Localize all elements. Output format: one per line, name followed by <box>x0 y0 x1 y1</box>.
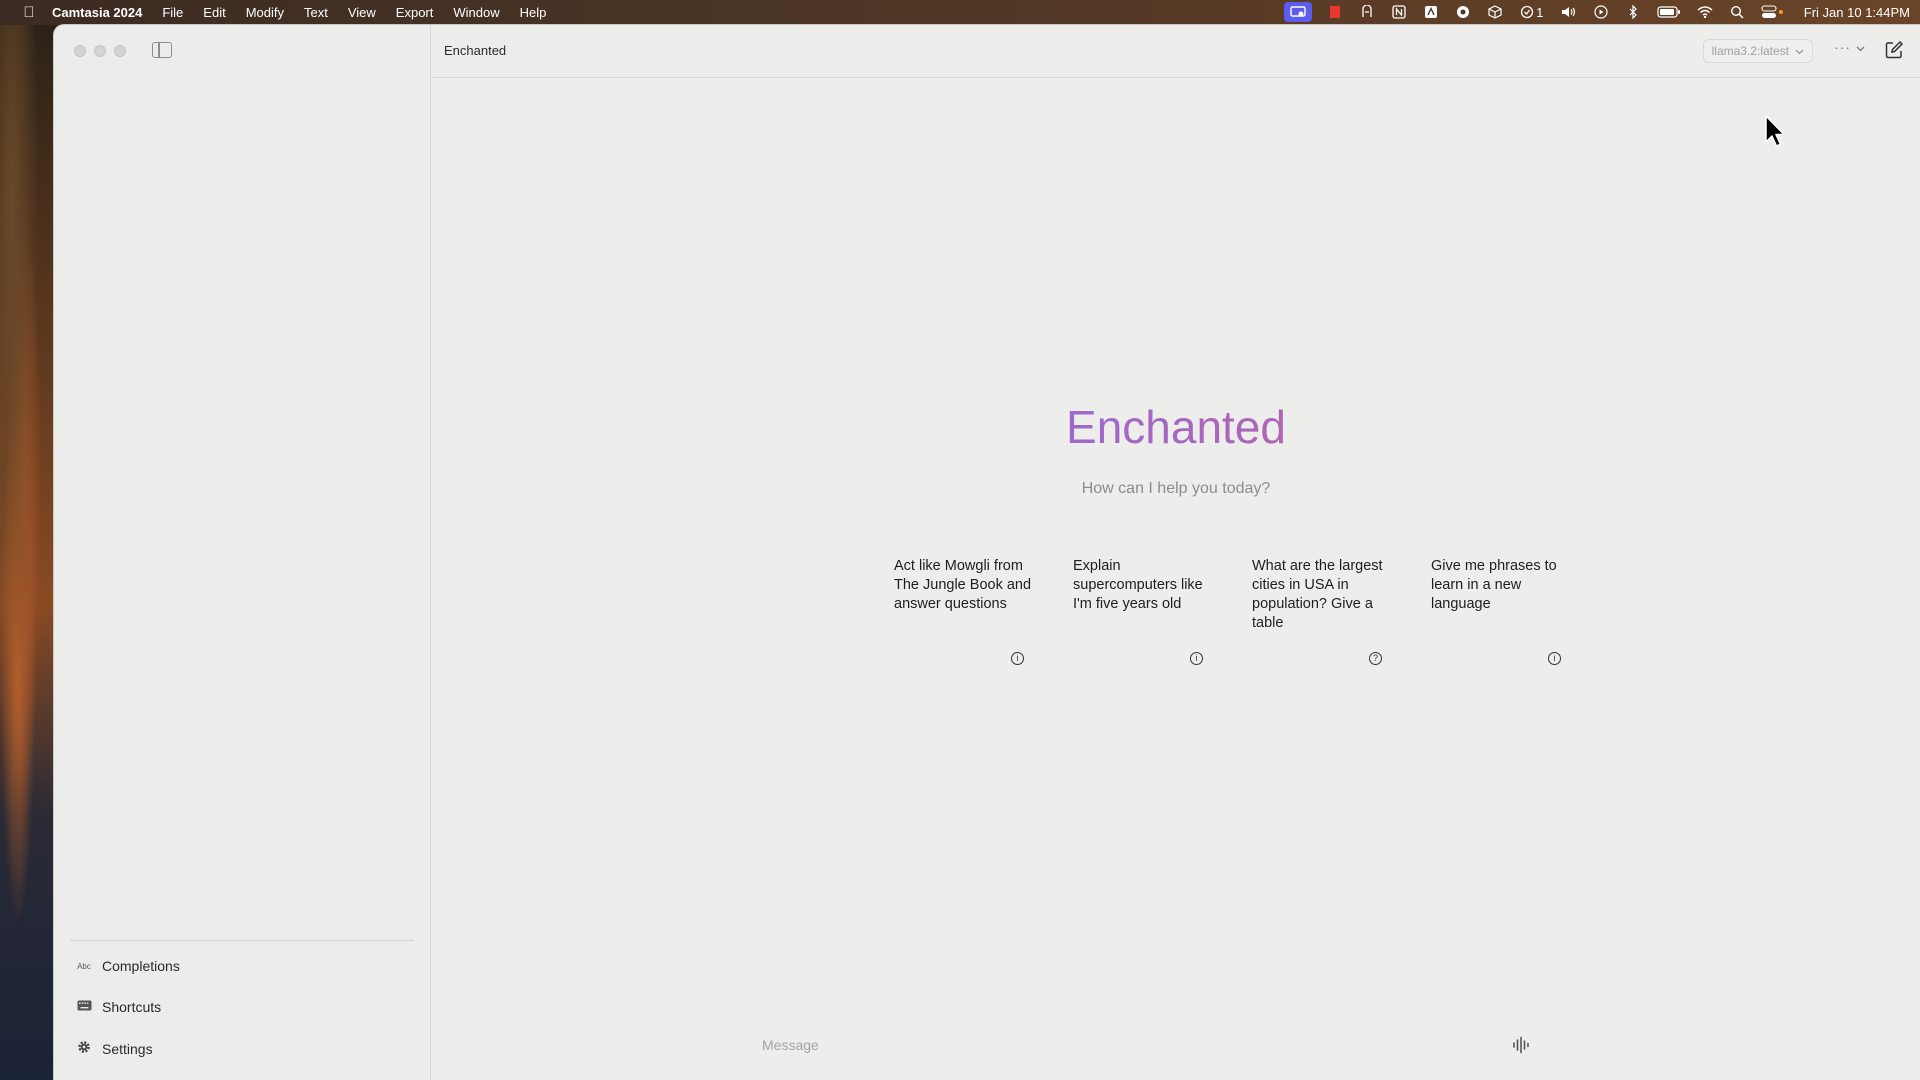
suggestion-text: Give me phrases to learn in a new langua… <box>1431 558 1557 612</box>
info-icon: i <box>1190 652 1203 665</box>
suggestion-card[interactable]: Act like Mowgli from The Jungle Book and… <box>894 557 1038 665</box>
record-icon[interactable] <box>1326 4 1344 20</box>
gear-icon <box>76 1040 92 1057</box>
main-panel: Enchanted llama3.2:latest ··· Enchanted … <box>432 25 1920 1080</box>
toolbar: Enchanted llama3.2:latest ··· <box>432 25 1920 78</box>
sidebar-item-settings[interactable]: Settings <box>76 1040 153 1057</box>
control-center-icon[interactable] <box>1760 4 1786 20</box>
model-selector[interactable]: llama3.2:latest <box>1702 39 1813 63</box>
menu-edit[interactable]: Edit <box>203 5 225 20</box>
app-menu-name[interactable]: Camtasia 2024 <box>52 5 142 20</box>
new-chat-button[interactable] <box>1884 40 1904 60</box>
suggestion-card[interactable]: Explain supercomputers like I'm five yea… <box>1073 557 1217 665</box>
suggestion-text: Explain supercomputers like I'm five yea… <box>1073 558 1203 612</box>
menu-text[interactable]: Text <box>304 5 328 20</box>
chevron-down-icon <box>1795 44 1804 58</box>
ellipsis-icon: ··· <box>1834 39 1852 55</box>
sidebar-item-completions[interactable]: Abc Completions <box>76 958 180 974</box>
wifi-icon[interactable] <box>1696 4 1714 20</box>
status-area: 1 Fri Jan 10 1:44PM <box>1283 0 1910 24</box>
menu-file[interactable]: File <box>162 5 183 20</box>
app-window: Abc Completions Shortcuts Settings Encha… <box>54 25 1920 1080</box>
suggestion-card[interactable]: Give me phrases to learn in a new langua… <box>1431 557 1575 665</box>
message-input[interactable] <box>762 1033 1462 1057</box>
volume-icon[interactable] <box>1560 4 1578 20</box>
voice-input-icon[interactable] <box>1512 1036 1532 1054</box>
sidebar-toggle-icon[interactable] <box>152 42 172 58</box>
menu-help[interactable]: Help <box>520 5 547 20</box>
menubar-clock[interactable]: Fri Jan 10 1:44PM <box>1804 5 1910 20</box>
more-options-button[interactable]: ··· <box>1834 39 1865 55</box>
menu-modify[interactable]: Modify <box>246 5 284 20</box>
hero-title: Enchanted <box>432 400 1920 454</box>
sidebar: Abc Completions Shortcuts Settings <box>54 25 431 1080</box>
box-icon[interactable] <box>1486 4 1504 20</box>
sidebar-item-label: Settings <box>102 1040 153 1057</box>
question-icon: ? <box>1369 652 1382 665</box>
menu-window[interactable]: Window <box>453 5 499 20</box>
info-icon: i <box>1011 652 1024 665</box>
chevron-down-icon <box>1856 46 1865 52</box>
search-icon[interactable] <box>1728 4 1746 20</box>
text-icon[interactable] <box>1422 4 1440 20</box>
compose-icon <box>1885 40 1904 59</box>
suggestion-text: What are the largest cities in USA in po… <box>1252 558 1383 631</box>
menu-view[interactable]: View <box>348 5 376 20</box>
info-icon: i <box>1548 652 1561 665</box>
play-icon[interactable] <box>1592 4 1610 20</box>
minimize-window-button[interactable] <box>94 45 106 57</box>
camtasia-recorder-icon[interactable] <box>1283 2 1312 22</box>
sidebar-item-shortcuts[interactable]: Shortcuts <box>76 999 161 1015</box>
bluetooth-icon[interactable] <box>1624 4 1642 20</box>
sidebar-divider <box>70 940 414 941</box>
suggestion-text: Act like Mowgli from The Jungle Book and… <box>894 558 1032 612</box>
hero-subtitle: How can I help you today? <box>1081 480 1271 497</box>
abc-icon: Abc <box>77 961 91 971</box>
desktop-wallpaper <box>0 25 60 1080</box>
checkmark-count-icon[interactable]: 1 <box>1518 4 1546 20</box>
apple-icon[interactable]:  <box>18 4 40 21</box>
model-selector-value: llama3.2:latest <box>1711 44 1789 58</box>
zoom-window-button[interactable] <box>114 45 126 57</box>
notion-icon[interactable] <box>1390 4 1408 20</box>
sidebar-item-label: Shortcuts <box>102 999 162 1015</box>
sidebar-item-label: Completions <box>102 958 180 974</box>
close-window-button[interactable] <box>74 45 86 57</box>
reader-icon[interactable] <box>1358 4 1376 20</box>
suggestion-cards: Act like Mowgli from The Jungle Book and… <box>894 557 1575 665</box>
battery-icon[interactable] <box>1656 4 1682 20</box>
circle-app-icon[interactable] <box>1454 4 1472 20</box>
window-controls <box>74 45 126 57</box>
menubar:  Camtasia 2024 File Edit Modify Text Vi… <box>0 0 1920 24</box>
conversation-title: Enchanted <box>444 43 507 58</box>
mouse-cursor-icon <box>1765 115 1785 147</box>
checkmark-count: 1 <box>1536 4 1544 20</box>
menu-export[interactable]: Export <box>396 5 434 20</box>
message-composer <box>762 1033 1532 1057</box>
keyboard-icon <box>76 1000 92 1014</box>
suggestion-card[interactable]: What are the largest cities in USA in po… <box>1252 557 1396 665</box>
